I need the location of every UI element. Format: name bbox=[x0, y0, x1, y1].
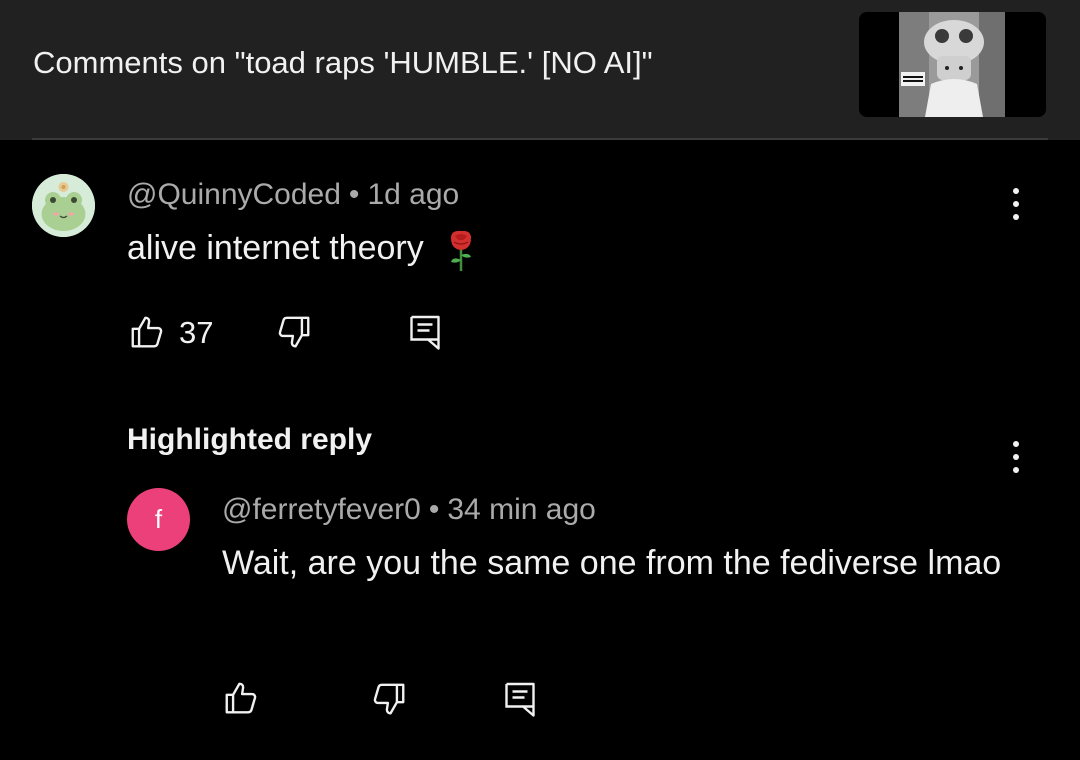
reply-text: Wait, are you the same one from the fedi… bbox=[222, 544, 1002, 582]
dot-icon bbox=[1013, 454, 1019, 460]
avatar-ferretyfever0[interactable]: f bbox=[127, 488, 190, 551]
reply-author[interactable]: @ferretyfever0 bbox=[222, 493, 421, 526]
reply-like-button[interactable] bbox=[222, 679, 260, 722]
comments-header: Comments on "toad raps 'HUMBLE.' [NO AI]… bbox=[0, 0, 1080, 140]
like-button[interactable] bbox=[128, 313, 166, 356]
reply-dislike-button[interactable] bbox=[370, 680, 408, 723]
comment-body: alive internet theory bbox=[127, 229, 424, 267]
comment-more-button[interactable] bbox=[1001, 184, 1031, 224]
dot-icon bbox=[1013, 188, 1019, 194]
reply-time[interactable]: 34 min ago bbox=[447, 493, 595, 526]
reply-meta: @ferretyfever0 • 34 min ago bbox=[222, 493, 596, 527]
comment-text: alive internet theory bbox=[127, 222, 477, 275]
comment-author[interactable]: @QuinnyCoded bbox=[127, 178, 341, 211]
dot-icon bbox=[1013, 214, 1019, 220]
thumbs-up-icon bbox=[131, 316, 163, 348]
like-count: 37 bbox=[179, 315, 214, 350]
reply-reply-button[interactable] bbox=[502, 679, 538, 724]
thumbs-up-icon bbox=[225, 682, 257, 714]
dot-icon bbox=[1013, 441, 1019, 447]
comment-time[interactable]: 1d ago bbox=[367, 178, 459, 211]
reply-button[interactable] bbox=[407, 312, 443, 357]
reply-more-button[interactable] bbox=[1001, 437, 1031, 477]
frog-avatar-icon bbox=[32, 174, 95, 237]
dot-icon bbox=[1013, 201, 1019, 207]
video-thumbnail[interactable] bbox=[859, 12, 1046, 117]
thumbs-down-icon bbox=[373, 683, 405, 715]
reply-icon bbox=[505, 682, 535, 717]
header-divider bbox=[32, 138, 1048, 140]
avatar-quinnycoded[interactable] bbox=[32, 174, 95, 237]
highlighted-reply-label: Highlighted reply bbox=[127, 423, 373, 456]
dot-icon bbox=[1013, 467, 1019, 473]
comment-meta: @QuinnyCoded • 1d ago bbox=[127, 178, 459, 212]
meta-separator: • bbox=[428, 493, 440, 526]
reply-icon bbox=[410, 315, 440, 350]
rose-icon bbox=[451, 230, 472, 272]
meta-separator: • bbox=[348, 178, 360, 211]
header-title: Comments on "toad raps 'HUMBLE.' [NO AI]… bbox=[33, 45, 653, 80]
thumbnail-image bbox=[859, 12, 1046, 117]
dislike-button[interactable] bbox=[275, 313, 313, 356]
thumbs-down-icon bbox=[278, 316, 310, 348]
